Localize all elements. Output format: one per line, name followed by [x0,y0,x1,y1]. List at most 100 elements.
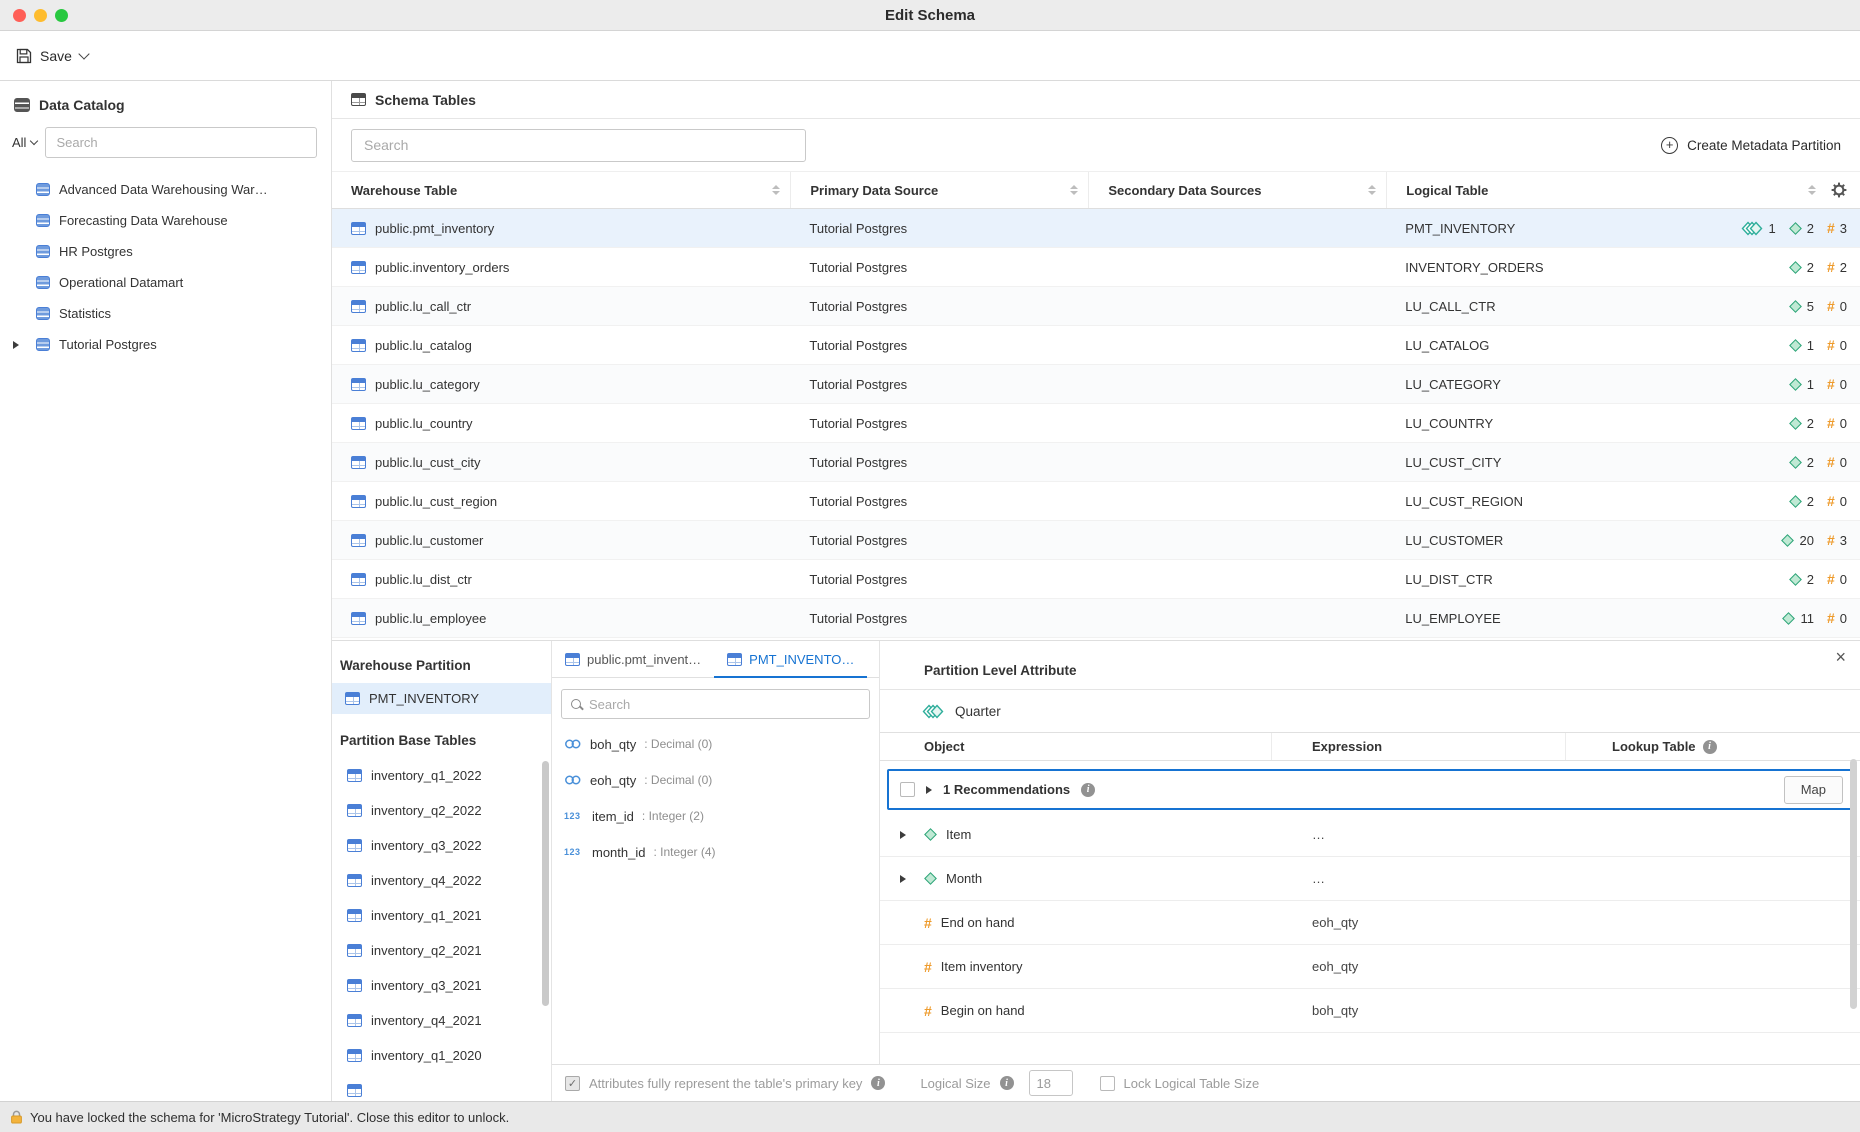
metric-icon [1827,220,1835,236]
column-type: : Decimal (0) [644,773,712,787]
primary-data-source: Tutorial Postgres [809,611,907,626]
database-icon [36,214,50,227]
expand-caret-icon[interactable] [900,875,906,883]
create-metadata-partition-button[interactable]: Create Metadata Partition [1661,137,1841,154]
columns-search-box[interactable] [561,689,870,719]
logical-table-name: LU_CALL_CTR [1405,299,1495,314]
sidebar-item-operational-datamart[interactable]: Operational Datamart [0,267,331,298]
close-window-button[interactable] [13,9,26,22]
table-row[interactable]: public.lu_employee Tutorial Postgres LU_… [332,599,1860,638]
attribute-count: 2 [1807,494,1814,509]
zoom-window-button[interactable] [55,9,68,22]
column-item[interactable]: month_id: Integer (4) [552,834,879,870]
table-settings-button[interactable] [1831,182,1847,201]
primary-key-checkbox[interactable] [565,1076,580,1091]
base-table-item[interactable] [332,1073,551,1101]
tab-label: PMT_INVENTO… [749,652,854,667]
partition-attribute-row[interactable]: Quarter [880,690,1860,732]
base-table-item[interactable]: inventory_q4_2022 [332,863,551,898]
object-row[interactable]: Begin on hand boh_qty [880,989,1860,1033]
logical-size-input[interactable] [1029,1070,1073,1096]
column-header-secondary-data-sources[interactable]: Secondary Data Sources [1088,172,1386,208]
recommendations-checkbox[interactable] [900,782,915,797]
database-icon [36,183,50,196]
expand-caret-icon[interactable] [926,786,932,794]
object-row[interactable]: Month … [880,857,1860,901]
scrollbar-thumb[interactable] [542,761,549,1006]
sidebar-item-statistics[interactable]: Statistics [0,298,331,329]
base-table-item[interactable]: inventory_q2_2021 [332,933,551,968]
warehouse-partition-item[interactable]: PMT_INVENTORY [332,683,551,714]
expand-caret-icon[interactable] [900,831,906,839]
info-icon[interactable] [1703,740,1717,754]
attribute-icon [1789,573,1802,586]
base-table-item[interactable]: inventory_q1_2021 [332,898,551,933]
close-icon[interactable] [1835,648,1846,666]
base-table-item[interactable]: inventory_q3_2022 [332,828,551,863]
sidebar-item-label: Tutorial Postgres [59,337,157,352]
table-row[interactable]: public.lu_cust_city Tutorial Postgres LU… [332,443,1860,482]
sidebar-item-forecasting-data-warehouse[interactable]: Forecasting Data Warehouse [0,205,331,236]
tab-warehouse-table[interactable]: public.pmt_invent… [552,641,714,677]
sidebar-item-label: HR Postgres [59,244,133,259]
column-header-primary-data-source[interactable]: Primary Data Source [790,172,1088,208]
column-item[interactable]: eoh_qty: Decimal (0) [552,762,879,798]
sidebar-item-tutorial-postgres[interactable]: Tutorial Postgres [0,329,331,360]
numeric-type-icon [564,847,584,857]
attribute-count: 2 [1807,572,1814,587]
info-icon[interactable] [1000,1076,1014,1090]
table-icon [351,300,366,313]
table-row[interactable]: public.lu_catalog Tutorial Postgres LU_C… [332,326,1860,365]
sidebar-search-input[interactable] [45,127,317,158]
minimize-window-button[interactable] [34,9,47,22]
sidebar-item-hr-postgres[interactable]: HR Postgres [0,236,331,267]
column-item[interactable]: boh_qty: Decimal (0) [552,726,879,762]
sidebar-item-advanced-data-warehousing[interactable]: Advanced Data Warehousing War… [0,174,331,205]
table-icon [351,339,366,352]
base-table-item[interactable]: inventory_q1_2020 [332,1038,551,1073]
primary-data-source: Tutorial Postgres [809,533,907,548]
table-row[interactable]: public.lu_category Tutorial Postgres LU_… [332,365,1860,404]
scrollbar-thumb[interactable] [1850,759,1857,1009]
schema-tables-search-input[interactable] [351,129,806,162]
window-titlebar: Edit Schema [0,0,1860,31]
object-row[interactable]: End on hand eoh_qty [880,901,1860,945]
table-row[interactable]: public.lu_cust_region Tutorial Postgres … [332,482,1860,521]
attribute-icon [1782,534,1795,547]
expand-caret-icon[interactable] [13,341,19,349]
table-icon [347,769,362,782]
tab-logical-table[interactable]: PMT_INVENTO… [714,641,867,677]
sort-icon [1800,185,1816,195]
base-table-item[interactable]: inventory_q1_2022 [332,758,551,793]
column-header-warehouse-table[interactable]: Warehouse Table [332,172,790,208]
filter-dropdown[interactable]: All [10,135,37,150]
object-row[interactable]: Item … [880,813,1860,857]
window-title: Edit Schema [885,7,975,24]
attribute-icon [1789,339,1802,352]
columns-search-input[interactable] [589,697,860,712]
logical-table-name: LU_CATEGORY [1405,377,1501,392]
base-table-item[interactable]: inventory_q3_2021 [332,968,551,1003]
save-button[interactable]: Save [16,48,88,64]
table-row[interactable]: public.inventory_orders Tutorial Postgre… [332,248,1860,287]
column-item[interactable]: item_id: Integer (2) [552,798,879,834]
info-icon[interactable] [871,1076,885,1090]
table-icon [351,495,366,508]
table-row[interactable]: public.lu_customer Tutorial Postgres LU_… [332,521,1860,560]
info-icon[interactable] [1081,783,1095,797]
lock-logical-size-checkbox[interactable] [1100,1076,1115,1091]
metric-count: 0 [1840,299,1847,314]
table-icon [351,612,366,625]
table-icon [351,261,366,274]
table-row[interactable]: public.lu_dist_ctr Tutorial Postgres LU_… [332,560,1860,599]
column-header-logical-table[interactable]: Logical Table [1386,172,1860,208]
metric-count: 0 [1840,338,1847,353]
base-table-item[interactable]: inventory_q2_2022 [332,793,551,828]
table-row[interactable]: public.lu_country Tutorial Postgres LU_C… [332,404,1860,443]
recommendations-row[interactable]: 1 Recommendations Map [887,769,1852,810]
base-table-item[interactable]: inventory_q4_2021 [332,1003,551,1038]
table-row[interactable]: public.lu_call_ctr Tutorial Postgres LU_… [332,287,1860,326]
object-row[interactable]: Item inventory eoh_qty [880,945,1860,989]
map-button[interactable]: Map [1784,776,1843,804]
table-row[interactable]: public.pmt_inventory Tutorial Postgres P… [332,209,1860,248]
